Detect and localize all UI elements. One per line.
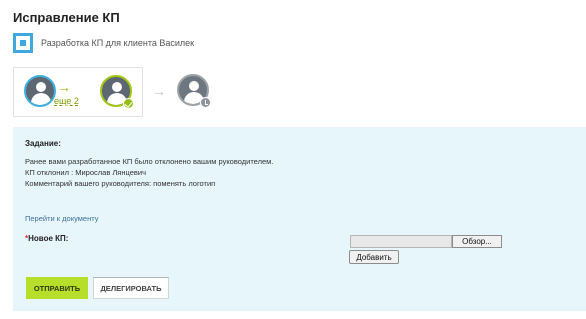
new-kp-label: *Новое КП: <box>25 234 68 243</box>
workflow-box <box>13 67 143 117</box>
assignment-line: КП отклонил : Мирослав Лянцевич <box>25 168 146 177</box>
delegate-button[interactable]: ДЕЛЕГИРОВАТЬ <box>93 277 169 299</box>
task-row: Разработка КП для клиента Василек <box>13 33 194 53</box>
assignment-panel: Задание: Ранее вами разработанное КП был… <box>13 127 586 311</box>
send-button[interactable]: ОТПРАВИТЬ <box>26 277 88 299</box>
task-icon <box>13 33 33 53</box>
user-avatar-icon[interactable] <box>24 75 56 107</box>
assignment-line: Комментарий вашего руководителя: поменят… <box>25 179 216 188</box>
new-kp-label-text: Новое КП: <box>28 234 69 243</box>
file-path-input[interactable] <box>350 235 452 248</box>
clock-icon <box>200 97 211 108</box>
task-label: Разработка КП для клиента Василек <box>41 38 195 48</box>
add-file-button[interactable]: Добавить <box>349 250 399 264</box>
arrow-right-icon: → <box>57 79 71 95</box>
assignment-line: Ранее вами разработанное КП было отклоне… <box>25 157 274 166</box>
page-title: Исправление КП <box>13 10 120 25</box>
browse-button[interactable]: Обзор... <box>452 235 502 248</box>
more-approvers-link[interactable]: еще 2 <box>54 96 79 106</box>
assignment-heading: Задание: <box>25 139 61 148</box>
go-to-document-link[interactable]: Перейти к документу <box>25 214 98 223</box>
arrow-right-icon: → <box>152 83 166 99</box>
check-icon <box>123 98 134 109</box>
assignment-text: Ранее вами разработанное КП было отклоне… <box>25 156 273 189</box>
